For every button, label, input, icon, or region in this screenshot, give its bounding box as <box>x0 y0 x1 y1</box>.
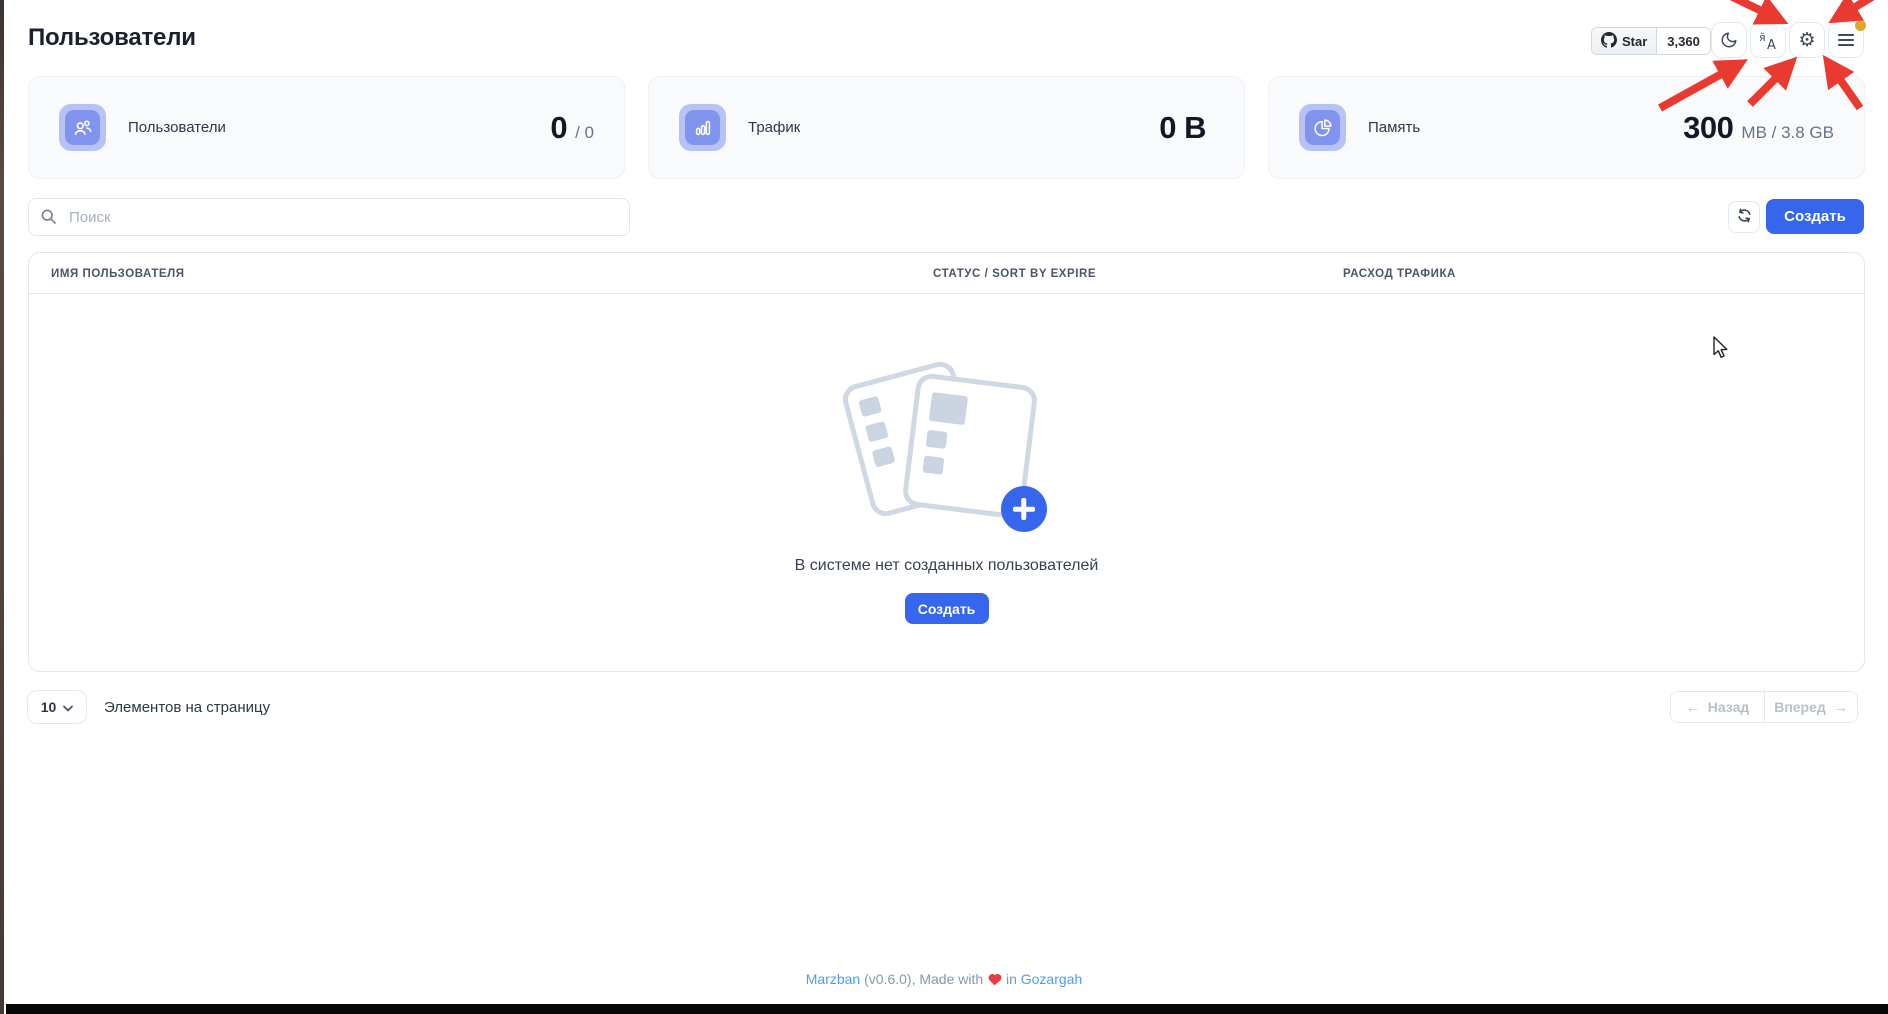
github-star-count[interactable]: 3,360 <box>1656 28 1710 54</box>
empty-state-illustration <box>843 367 1053 535</box>
next-page-label: Вперед <box>1774 699 1826 715</box>
search-input[interactable] <box>28 198 630 236</box>
arrow-left-icon: ← <box>1686 699 1700 715</box>
stat-value: 0 B <box>1159 110 1206 146</box>
footer-brand-link[interactable]: Marzban <box>806 971 860 987</box>
footer-version-text: (v0.6.0), Made with <box>864 971 983 987</box>
github-star-label: Star <box>1622 34 1647 49</box>
page-size-select[interactable]: 10 <box>27 690 87 724</box>
moon-icon <box>1720 31 1738 49</box>
column-header-traffic[interactable]: РАСХОД ТРАФИКА <box>1343 253 1456 294</box>
gear-icon: ⚙ <box>1798 31 1815 50</box>
annotation-arrow <box>1714 0 1774 17</box>
notification-dot <box>1855 20 1866 31</box>
github-logo-icon <box>1601 32 1617 51</box>
github-star-widget[interactable]: Star 3,360 <box>1591 27 1711 55</box>
stat-value: 0 <box>550 110 567 146</box>
pagination-controls: ← Назад Вперед → <box>1670 691 1858 723</box>
settings-button[interactable]: ⚙ <box>1789 22 1825 58</box>
search-box <box>28 198 630 236</box>
hamburger-icon <box>1838 33 1854 47</box>
memory-icon <box>1299 104 1346 151</box>
stat-card-users: Пользователи 0 / 0 <box>28 76 625 179</box>
users-icon <box>59 104 106 151</box>
heart-icon <box>987 971 1006 987</box>
refresh-icon <box>1736 207 1753 227</box>
annotation-arrow <box>1842 0 1888 15</box>
bottom-window-edge <box>6 1004 1888 1014</box>
stat-label: Пользователи <box>128 119 226 136</box>
github-star-button[interactable]: Star <box>1592 28 1656 54</box>
empty-state-message: В системе нет созданных пользователей <box>29 557 1864 575</box>
chevron-down-icon <box>63 699 73 715</box>
column-header-status-sort[interactable]: СТАТУС / SORT BY EXPIRE <box>933 253 1096 294</box>
stat-label: Трафик <box>748 119 800 136</box>
stat-label: Память <box>1368 119 1420 136</box>
left-window-edge <box>0 0 4 1014</box>
svg-text:я̆: я̆ <box>1759 31 1766 44</box>
translate-icon: я̆A <box>1758 30 1778 50</box>
table-header-row: ИМЯ ПОЛЬЗОВАТЕЛЯ СТАТУС / SORT BY EXPIRE… <box>29 253 1864 294</box>
stat-value-suffix: MB / 3.8 GB <box>1741 123 1834 143</box>
prev-page-button[interactable]: ← Назад <box>1671 692 1764 722</box>
footer-location-link[interactable]: Gozargah <box>1021 971 1082 987</box>
next-page-button[interactable]: Вперед → <box>1764 692 1857 722</box>
language-button[interactable]: я̆A <box>1750 22 1786 58</box>
page-title: Пользователи <box>28 24 196 52</box>
stat-card-traffic: Трафик 0 B <box>648 76 1245 179</box>
empty-state-create-button[interactable]: Создать <box>905 593 989 624</box>
stat-value: 300 <box>1683 110 1733 146</box>
footer: Marzban (v0.6.0), Made with in Gozargah <box>0 971 1888 987</box>
users-table: ИМЯ ПОЛЬЗОВАТЕЛЯ СТАТУС / SORT BY EXPIRE… <box>28 252 1865 672</box>
svg-text:A: A <box>1767 38 1776 50</box>
stat-card-memory: Память 300 MB / 3.8 GB <box>1268 76 1865 179</box>
page-size-label: Элементов на страницу <box>104 690 270 724</box>
dark-mode-button[interactable] <box>1711 22 1747 58</box>
page-size-value: 10 <box>41 699 57 715</box>
column-header-username[interactable]: ИМЯ ПОЛЬЗОВАТЕЛЯ <box>51 253 185 294</box>
footer-in-text: in <box>1006 971 1017 987</box>
create-button[interactable]: Создать <box>1766 199 1864 234</box>
arrow-right-icon: → <box>1834 699 1848 715</box>
refresh-button[interactable] <box>1728 201 1760 233</box>
traffic-icon <box>679 104 726 151</box>
stat-value-suffix: / 0 <box>575 123 594 143</box>
add-plus-icon <box>1001 486 1047 532</box>
search-icon <box>40 208 57 230</box>
prev-page-label: Назад <box>1708 699 1750 715</box>
